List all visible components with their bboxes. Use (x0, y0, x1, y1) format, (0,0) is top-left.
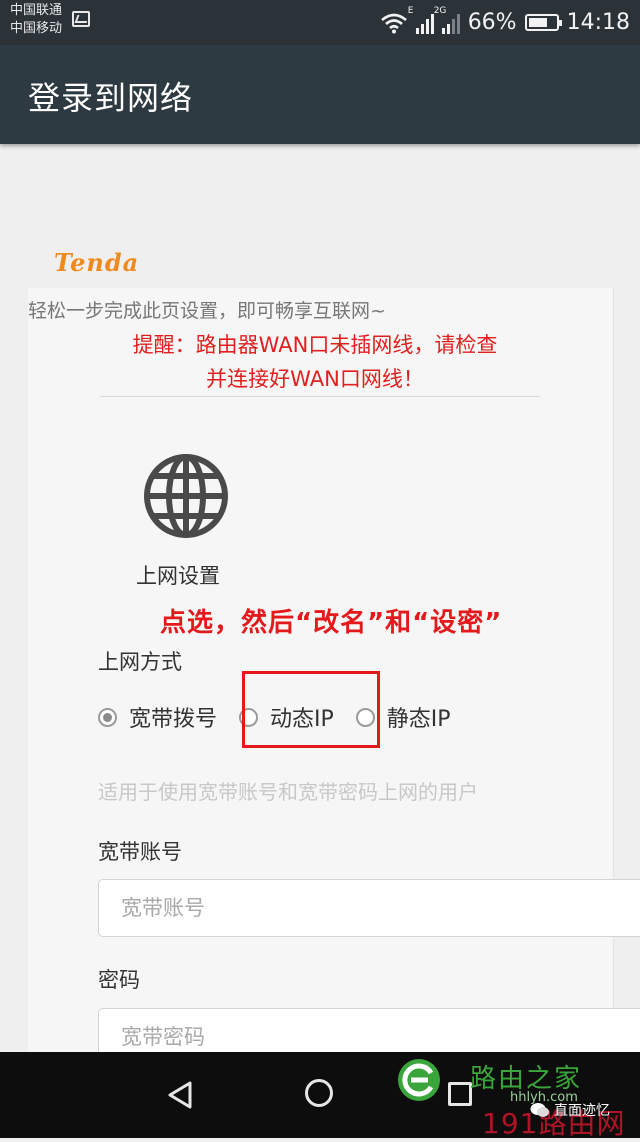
carrier-info: 中国联通 中国移动 (10, 2, 62, 38)
signal-icon: 2G (434, 6, 460, 34)
radio-label-static-ip: 静态IP (386, 707, 451, 732)
wechat-icon (530, 1103, 549, 1117)
wan-reminder: 提醒：路由器WAN口未插网线，请检查 并连接好WAN口网线！ (100, 328, 530, 396)
app-bar: 登录到网络 (0, 45, 640, 144)
back-icon[interactable] (166, 1080, 194, 1110)
section-title: 上网设置 (136, 564, 220, 588)
reminder-line-1: 提醒：路由器WAN口未插网线，请检查 (132, 333, 498, 357)
recent-apps-icon[interactable] (448, 1082, 472, 1106)
reminder-line-2: 并连接好WAN口网线！ (206, 367, 424, 391)
network-type-2: 2G (433, 5, 447, 16)
battery-icon (524, 14, 562, 31)
globe-icon (144, 454, 228, 538)
signal-icon: E (408, 6, 434, 34)
gallery-icon (72, 11, 90, 27)
wechat-account-name: 直面迹忆 (554, 1103, 610, 1119)
connection-type-label: 上网方式 (98, 650, 182, 674)
carrier-name-1: 中国联通 (10, 3, 63, 18)
status-bar: 中国联通 中国移动 E 2G 66% 14:18 (0, 0, 640, 45)
carrier-name-2: 中国移动 (10, 21, 63, 36)
radio-pppoe[interactable]: 宽带拨号 (98, 701, 217, 733)
status-right-group: E 2G 66% 14:18 (380, 0, 630, 45)
divider (100, 396, 540, 397)
radio-label-pppoe: 宽带拨号 (129, 707, 218, 732)
home-icon[interactable] (305, 1079, 333, 1107)
annotation-text: 点选，然后“改名”和“设密” (160, 608, 503, 638)
watermark-wechat: 直面迹忆 (530, 1100, 610, 1120)
broadband-account-input[interactable] (98, 879, 640, 937)
password-label: 密码 (98, 968, 140, 992)
battery-percent: 66% (467, 10, 517, 35)
watermark-logo-icon (398, 1059, 440, 1101)
clock: 14:18 (566, 10, 630, 35)
account-label: 宽带账号 (98, 840, 182, 864)
annotation-highlight-box (242, 671, 380, 748)
intro-text: 轻松一步完成此页设置，即可畅享互联网~ (28, 300, 386, 322)
connection-hint: 适用于使用宽带账号和宽带密码上网的用户 (98, 780, 478, 804)
brand-logo: Tenda (54, 248, 140, 277)
radio-button-checked[interactable] (98, 707, 117, 727)
network-type-1: E (407, 5, 414, 16)
page-title: 登录到网络 (28, 79, 194, 117)
wifi-icon (380, 13, 407, 33)
